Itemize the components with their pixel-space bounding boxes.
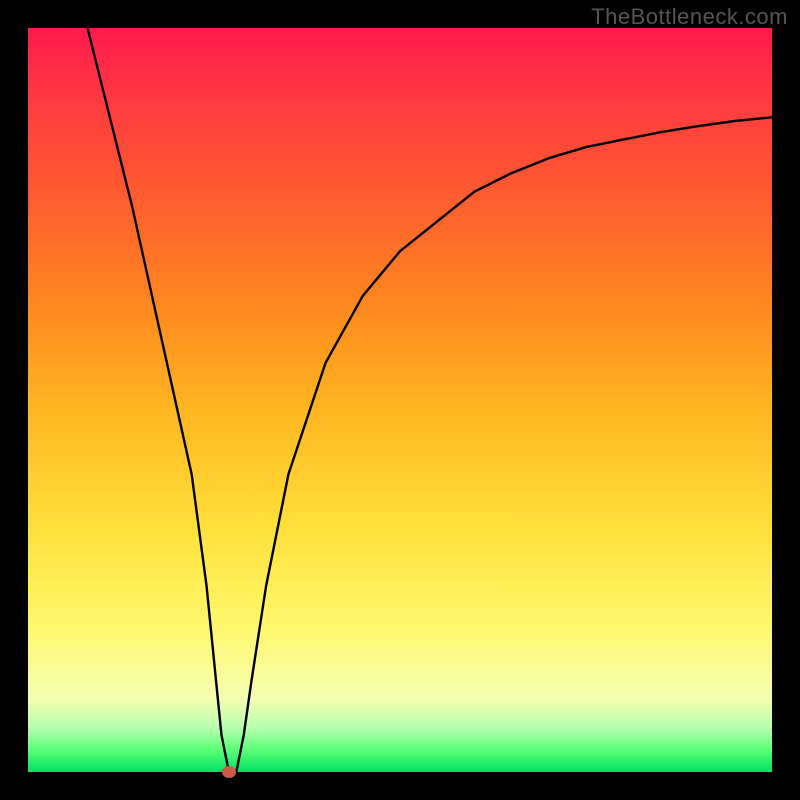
watermark-text: TheBottleneck.com <box>591 4 788 30</box>
chart-frame: TheBottleneck.com <box>0 0 800 800</box>
plot-area <box>28 28 772 772</box>
bottleneck-curve <box>28 28 772 772</box>
optimal-point-marker <box>222 766 236 778</box>
